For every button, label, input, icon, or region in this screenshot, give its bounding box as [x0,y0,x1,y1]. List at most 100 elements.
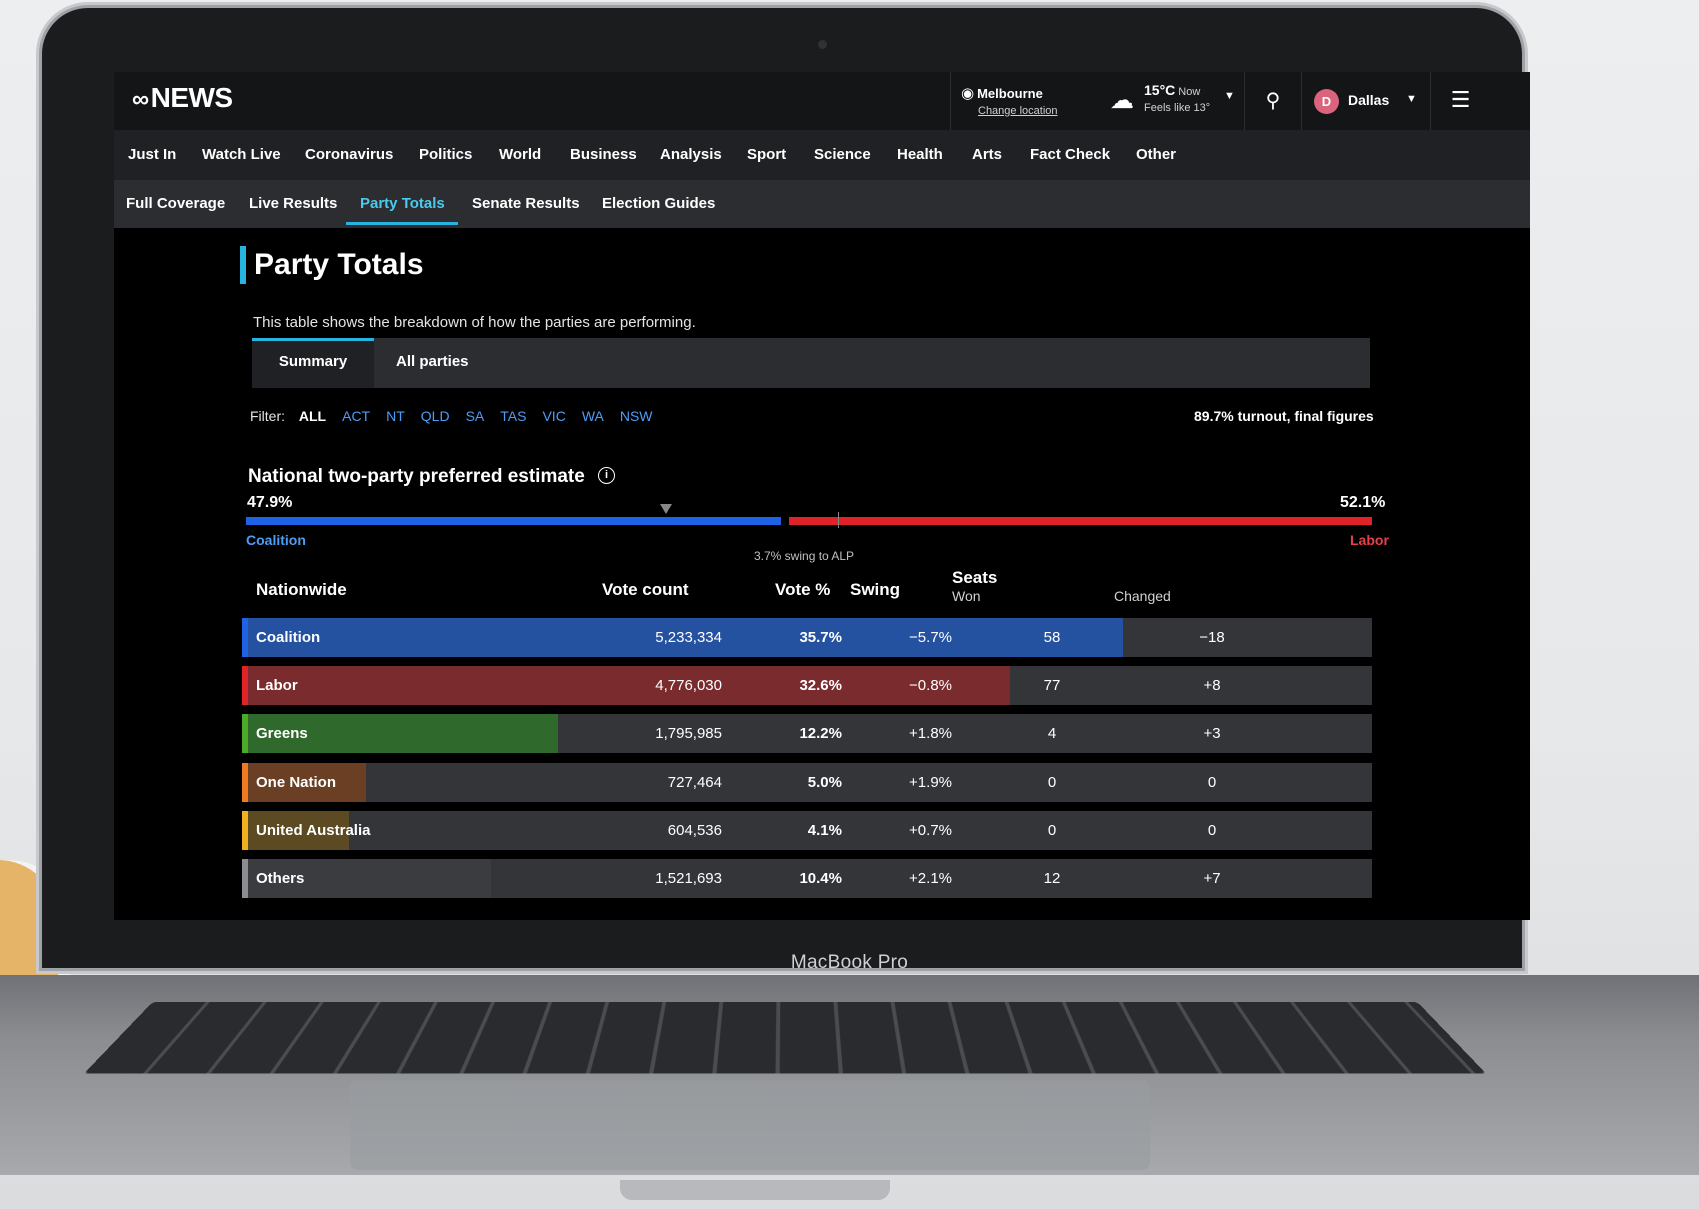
seats-won: 12 [1043,870,1061,887]
filter-nsw[interactable]: NSW [620,408,653,424]
abc-news-logo[interactable]: ∞NEWS [132,82,233,114]
vote-pct: 12.2% [799,725,842,742]
filter-act[interactable]: ACT [342,408,370,424]
vote-count: 1,795,985 [655,725,722,742]
filter-wa[interactable]: WA [582,408,604,424]
user-name: Dallas [1348,92,1390,108]
nav-item-fact-check[interactable]: Fact Check [1030,146,1110,163]
keyboard [84,1002,1486,1074]
filter-qld[interactable]: QLD [421,408,450,424]
swing: +2.1% [909,870,952,887]
filter-sa[interactable]: SA [466,408,485,424]
table-row[interactable]: One Nation 727,464 5.0% +1.9% 0 0 [242,763,1372,802]
seats-won: 77 [1043,677,1061,694]
vote-pct: 4.1% [807,822,842,839]
abc-logo-mark: ∞ [132,86,149,113]
chevron-down-icon: ▼ [1406,93,1417,105]
nav-item-politics[interactable]: Politics [419,146,472,163]
nav-item-arts[interactable]: Arts [972,146,1002,163]
subnav-item-live-results[interactable]: Live Results [249,195,337,212]
party-color-edge [242,763,248,802]
party-color-edge [242,811,248,850]
nav-item-world[interactable]: World [499,146,541,163]
nav-item-science[interactable]: Science [814,146,871,163]
nav-item-watch-live[interactable]: Watch Live [202,146,281,163]
party-name: Others [256,870,305,887]
weather-temp: 15°C Now [1144,82,1201,98]
filter-tas[interactable]: TAS [500,408,526,424]
col-seats: Seats [952,568,998,587]
primary-nav: Just In Watch Live Coronavirus Politics Worl… [114,130,1530,180]
seats-won: 0 [1047,774,1057,791]
search-icon: ⚲ [1265,90,1281,112]
table-row[interactable]: Others 1,521,693 10.4% +2.1% 12 +7 [242,859,1372,898]
party-name: Greens [256,725,308,742]
swing: +1.9% [909,774,952,791]
nav-item-health[interactable]: Health [897,146,943,163]
tpp-bar-coalition [246,517,781,525]
seat-share-bar [242,666,1010,705]
table-row[interactable]: Coalition 5,233,334 35.7% −5.7% 58 −18 [242,618,1372,657]
weather-feels: Feels like 13° [1144,102,1211,114]
vote-count: 5,233,334 [655,629,722,646]
col-vote-count: Vote count [602,580,689,599]
party-color-edge [242,859,248,898]
turnout-note: 89.7% turnout, final figures [1194,408,1374,424]
swing-note: 3.7% swing to ALP [754,549,855,563]
camera [818,40,827,49]
chevron-down-icon[interactable]: ▼ [1224,90,1235,102]
tpp-title: National two-party preferred estimate [248,466,585,487]
nav-item-business[interactable]: Business [570,146,637,163]
weather-widget[interactable]: ☁ 15°C Now Feels like 13° ▼ [1102,72,1242,130]
menu-icon: ☰ [1450,87,1471,112]
party-name: Labor [256,677,298,694]
col-swing: Swing [850,580,901,599]
nav-item-sport[interactable]: Sport [747,146,786,163]
info-icon[interactable]: i [598,467,615,484]
seats-won: 58 [1043,629,1061,646]
avatar: D [1314,89,1339,114]
table-row[interactable]: Labor 4,776,030 32.6% −0.8% 77 +8 [242,666,1372,705]
col-won: Won [952,588,981,604]
subnav-item-party-totals[interactable]: Party Totals [360,195,445,212]
subnav-item-election-guides[interactable]: Election Guides [602,195,715,212]
party-color-edge [242,666,248,705]
party-name: United Australia [256,822,371,839]
table-row[interactable]: Greens 1,795,985 12.2% +1.8% 4 +3 [242,714,1372,753]
change-location-link[interactable]: Change location [978,105,1100,117]
table-row[interactable]: United Australia 604,536 4.1% +0.7% 0 0 [242,811,1372,850]
filter-vic[interactable]: VIC [542,408,565,424]
tpp-bar [246,517,1372,525]
nav-item-just-in[interactable]: Just In [128,146,176,163]
user-menu[interactable]: D Dallas ▼ [1310,72,1428,130]
nav-item-other[interactable]: Other [1136,146,1176,163]
subnav-item-senate-results[interactable]: Senate Results [472,195,580,212]
party-color-edge [242,714,248,753]
view-tabs: Summary All parties [252,338,1370,388]
col-nationwide: Nationwide [256,580,347,599]
subnav-item-full-coverage[interactable]: Full Coverage [126,195,225,212]
top-bar: ∞NEWS ◉ Melbourne Change location ☁ 15°C N… [114,72,1530,130]
location-city: Melbourne [977,86,1043,101]
secondary-nav: Full Coverage Live Results Party Totals Sen… [114,180,1530,228]
state-filter: Filter: ALL ACT NT QLD SA TAS VIC WA NSW [250,408,669,424]
previous-result-marker [660,504,672,514]
filter-all[interactable]: ALL [299,408,326,424]
filter-nt[interactable]: NT [386,408,405,424]
nav-item-analysis[interactable]: Analysis [660,146,722,163]
tab-all-parties[interactable]: All parties [396,338,469,388]
nav-item-coronavirus[interactable]: Coronavirus [305,146,393,163]
location-widget[interactable]: ◉ Melbourne Change location [950,72,1100,130]
swing: −5.7% [909,629,952,646]
title-accent [240,246,246,284]
hamburger-menu-button[interactable]: ☰ [1430,72,1490,130]
tpp-left-party: Coalition [246,532,306,548]
tpp-bar-labor [789,517,1372,525]
tab-summary[interactable]: Summary [252,338,374,388]
location-pin-icon: ◉ [961,85,975,102]
col-vote-pct: Vote % [775,580,831,599]
party-name: One Nation [256,774,337,791]
swing: +1.8% [909,725,952,742]
swing: −0.8% [909,677,952,694]
search-button[interactable]: ⚲ [1244,72,1302,130]
